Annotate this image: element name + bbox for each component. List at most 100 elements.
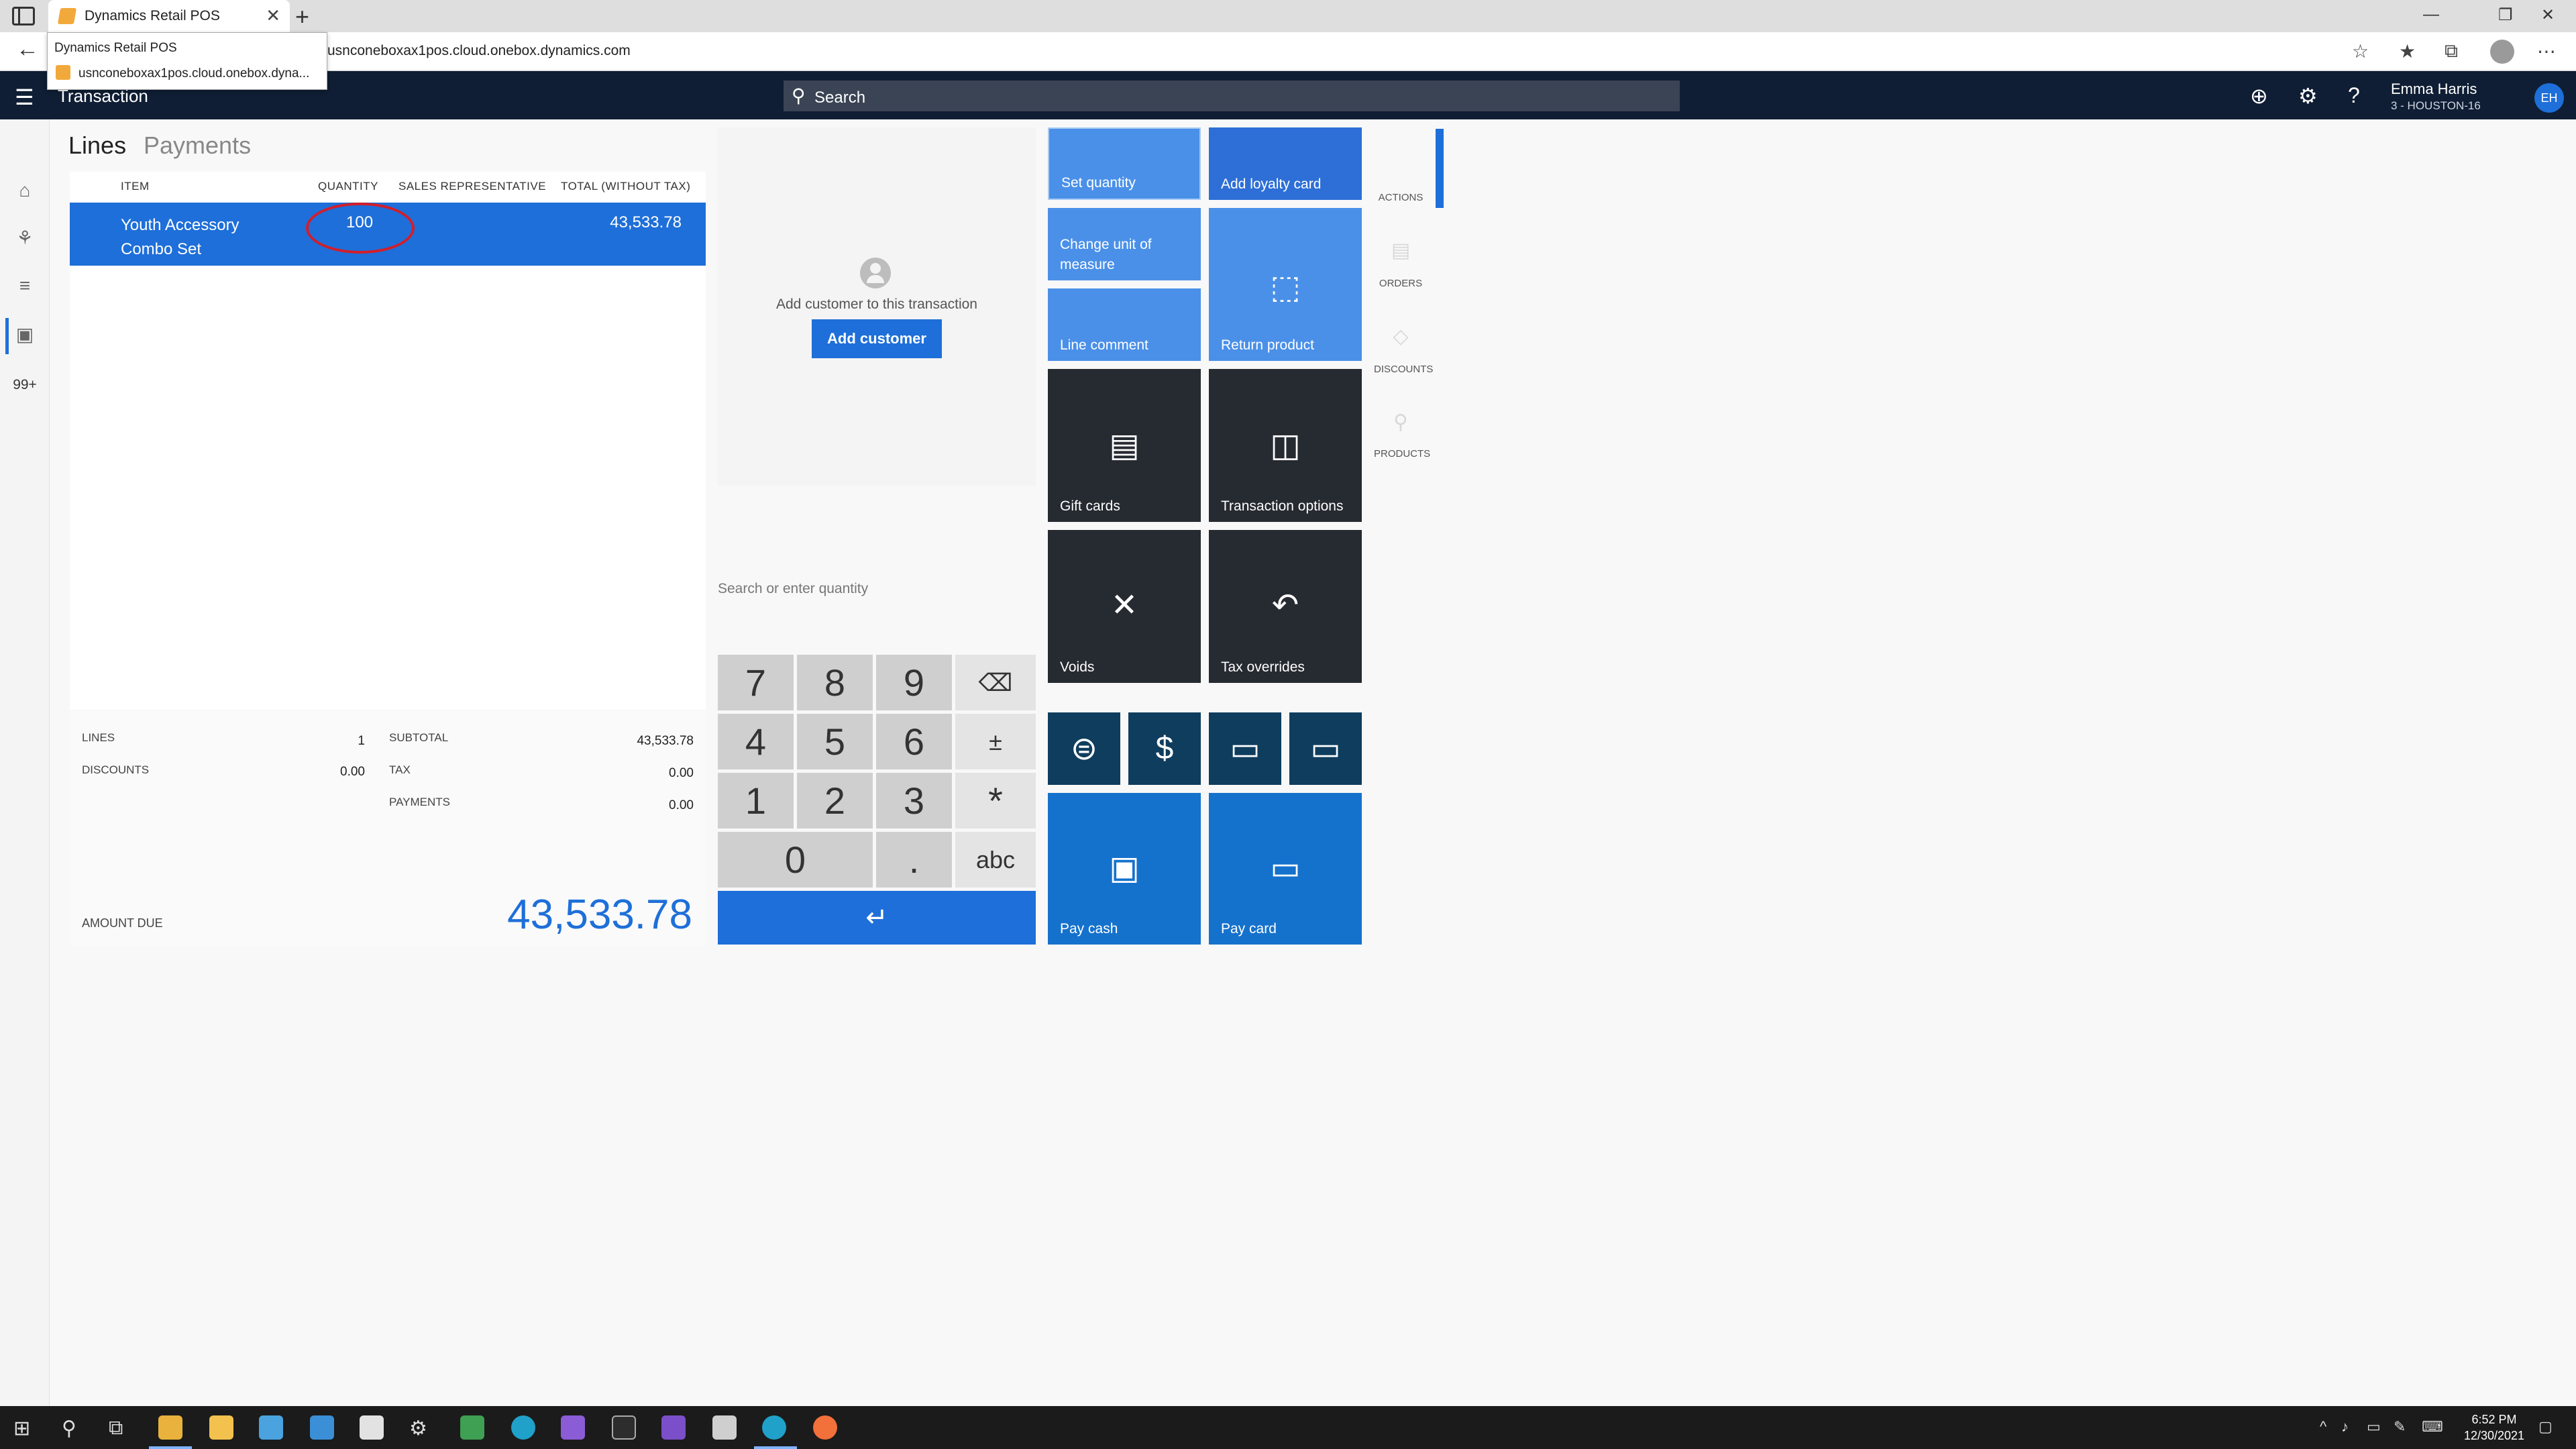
decimal-key[interactable]: . [876, 832, 952, 888]
key-1[interactable]: 1 [718, 773, 794, 828]
col-quantity[interactable]: QUANTITY [318, 180, 378, 193]
tab-lines[interactable]: Lines [68, 131, 126, 160]
notification-badge[interactable]: 99+ [0, 377, 50, 393]
products-icon[interactable]: ⚘ [0, 227, 50, 249]
minimize-icon[interactable]: — [2423, 5, 2439, 24]
gear-icon[interactable]: ⚙ [2298, 83, 2318, 109]
side-nav-actions[interactable]: ACTIONS [1374, 192, 1428, 203]
plus-minus-key[interactable]: ± [955, 714, 1036, 769]
change-unit-of-measure-tile[interactable]: Change unit of measure [1048, 208, 1201, 280]
edge-icon[interactable] [511, 1415, 535, 1440]
col-total[interactable]: TOTAL (WITHOUT TAX) [561, 180, 690, 193]
tax-overrides-tile[interactable]: ↶ Tax overrides [1209, 530, 1362, 683]
key-4[interactable]: 4 [718, 714, 794, 769]
key-7[interactable]: 7 [718, 655, 794, 710]
keyboard-icon[interactable]: ⌨ [2422, 1418, 2443, 1436]
hamburger-menu-icon[interactable]: ☰ [15, 85, 34, 110]
key-9[interactable]: 9 [876, 655, 952, 710]
key-3[interactable]: 3 [876, 773, 952, 828]
url-field[interactable]: usnconeboxax1pos.cloud.onebox.dynamics.c… [327, 43, 631, 59]
abc-key[interactable]: abc [955, 832, 1036, 888]
clock-date[interactable]: 12/30/2021 [2455, 1429, 2533, 1443]
pay-exact-tile[interactable]: ⊜ [1048, 712, 1120, 785]
side-nav-discounts[interactable]: DISCOUNTS [1374, 364, 1433, 375]
line-comment-tile[interactable]: Line comment [1048, 288, 1201, 361]
search-input[interactable]: ⚲ Search [784, 80, 1680, 111]
favorites-icon[interactable]: ★ [2399, 40, 2416, 62]
profile-icon[interactable] [2490, 40, 2514, 64]
home-icon[interactable]: ⌂ [0, 180, 50, 201]
close-tab-icon[interactable]: ✕ [266, 5, 280, 26]
avatar[interactable]: EH [2534, 83, 2564, 113]
help-icon[interactable]: ? [2348, 83, 2360, 108]
pay-card-tile[interactable]: ▭ Pay card [1209, 793, 1362, 945]
chevron-up-icon[interactable]: ^ [2320, 1418, 2326, 1436]
side-nav-orders[interactable]: ORDERS [1374, 278, 1428, 289]
voids-tile[interactable]: ✕ Voids [1048, 530, 1201, 683]
app-icon[interactable] [712, 1415, 737, 1440]
app-icon[interactable] [813, 1415, 837, 1440]
tab-payments[interactable]: Payments [144, 131, 251, 160]
shopping-bag-icon: ◫ [1270, 428, 1301, 464]
back-arrow-icon[interactable]: ← [16, 36, 39, 62]
add-favorite-icon[interactable]: ☆ [2352, 40, 2369, 62]
set-quantity-tile[interactable]: Set quantity [1048, 127, 1201, 200]
visual-studio-icon[interactable] [561, 1415, 585, 1440]
search-icon[interactable]: ⚲ [62, 1417, 76, 1440]
taskbar: ⊞ ⚲ ⧉ ⚙ ^ ♪ ▭ ✎ ⌨ 6:52 PM 12/30/2021 ▢ [0, 1406, 2576, 1449]
col-item[interactable]: ITEM [121, 180, 150, 193]
key-0[interactable]: 0 [718, 832, 873, 888]
restore-icon[interactable]: ❐ [2498, 5, 2513, 25]
list-icon[interactable]: ≡ [0, 275, 50, 297]
task-view-icon[interactable]: ⧉ [109, 1417, 123, 1440]
return-product-tile[interactable]: ⬚ Return product [1209, 208, 1362, 361]
add-customer-button[interactable]: Add customer [812, 319, 942, 358]
app-icon[interactable] [259, 1415, 283, 1440]
volume-icon[interactable]: ♪ [2341, 1418, 2349, 1436]
discounts-label: DISCOUNTS [82, 763, 150, 776]
key-6[interactable]: 6 [876, 714, 952, 769]
side-nav-products[interactable]: PRODUCTS [1374, 448, 1430, 460]
settings-icon[interactable]: ⚙ [409, 1417, 427, 1440]
terminal-icon[interactable] [612, 1415, 636, 1440]
annotation-circle [306, 203, 415, 254]
key-8[interactable]: 8 [797, 655, 873, 710]
multiply-key[interactable]: * [955, 773, 1036, 828]
pen-icon[interactable]: ✎ [2394, 1418, 2406, 1436]
network-icon[interactable]: ▭ [2367, 1418, 2381, 1436]
table-row[interactable]: Youth Accessory Combo Set 100 43,533.78 [70, 203, 706, 266]
backspace-key[interactable]: ⌫ [955, 655, 1036, 710]
user-name[interactable]: Emma Harris [2391, 80, 2477, 98]
app-icon[interactable] [209, 1415, 233, 1440]
globe-icon[interactable]: ⊕ [2250, 83, 2268, 109]
file-explorer-icon[interactable] [158, 1415, 182, 1440]
tab-actions-icon[interactable] [12, 7, 35, 25]
key-5[interactable]: 5 [797, 714, 873, 769]
pay-currency-tile[interactable]: $ [1128, 712, 1201, 785]
quantity-input[interactable]: Search or enter quantity [718, 581, 868, 597]
close-window-icon[interactable]: ✕ [2541, 5, 2555, 25]
pay-cash-tile[interactable]: ▣ Pay cash [1048, 793, 1201, 945]
pay-customer-account-tile[interactable]: ▭ [1209, 712, 1281, 785]
transaction-icon[interactable]: ▣ [0, 323, 50, 345]
gift-cards-tile[interactable]: ▤ Gift cards [1048, 369, 1201, 522]
notifications-icon[interactable]: ▢ [2538, 1418, 2553, 1436]
col-sales-rep[interactable]: SALES REPRESENTATIVE [398, 180, 546, 193]
totals-panel: LINES 1 DISCOUNTS 0.00 SUBTOTAL 43,533.7… [70, 711, 706, 946]
transaction-options-tile[interactable]: ◫ Transaction options [1209, 369, 1362, 522]
new-tab-icon[interactable]: + [295, 3, 309, 31]
edge-icon[interactable] [762, 1415, 786, 1440]
key-2[interactable]: 2 [797, 773, 873, 828]
add-loyalty-card-tile[interactable]: Add loyalty card [1209, 127, 1362, 200]
more-options-icon[interactable]: ⋯ [2537, 40, 2556, 62]
windows-start-icon[interactable]: ⊞ [13, 1417, 30, 1440]
collections-icon[interactable]: ⧉ [2445, 40, 2458, 62]
visual-studio-icon[interactable] [661, 1415, 686, 1440]
app-icon[interactable] [360, 1415, 384, 1440]
app-icon[interactable] [460, 1415, 484, 1440]
enter-button[interactable]: ↵ [718, 891, 1036, 945]
app-icon[interactable] [310, 1415, 334, 1440]
clock-time[interactable]: 6:52 PM [2455, 1413, 2533, 1427]
browser-tab[interactable]: Dynamics Retail POS ✕ [48, 0, 290, 32]
pay-gift-card-tile[interactable]: ▭ [1289, 712, 1362, 785]
